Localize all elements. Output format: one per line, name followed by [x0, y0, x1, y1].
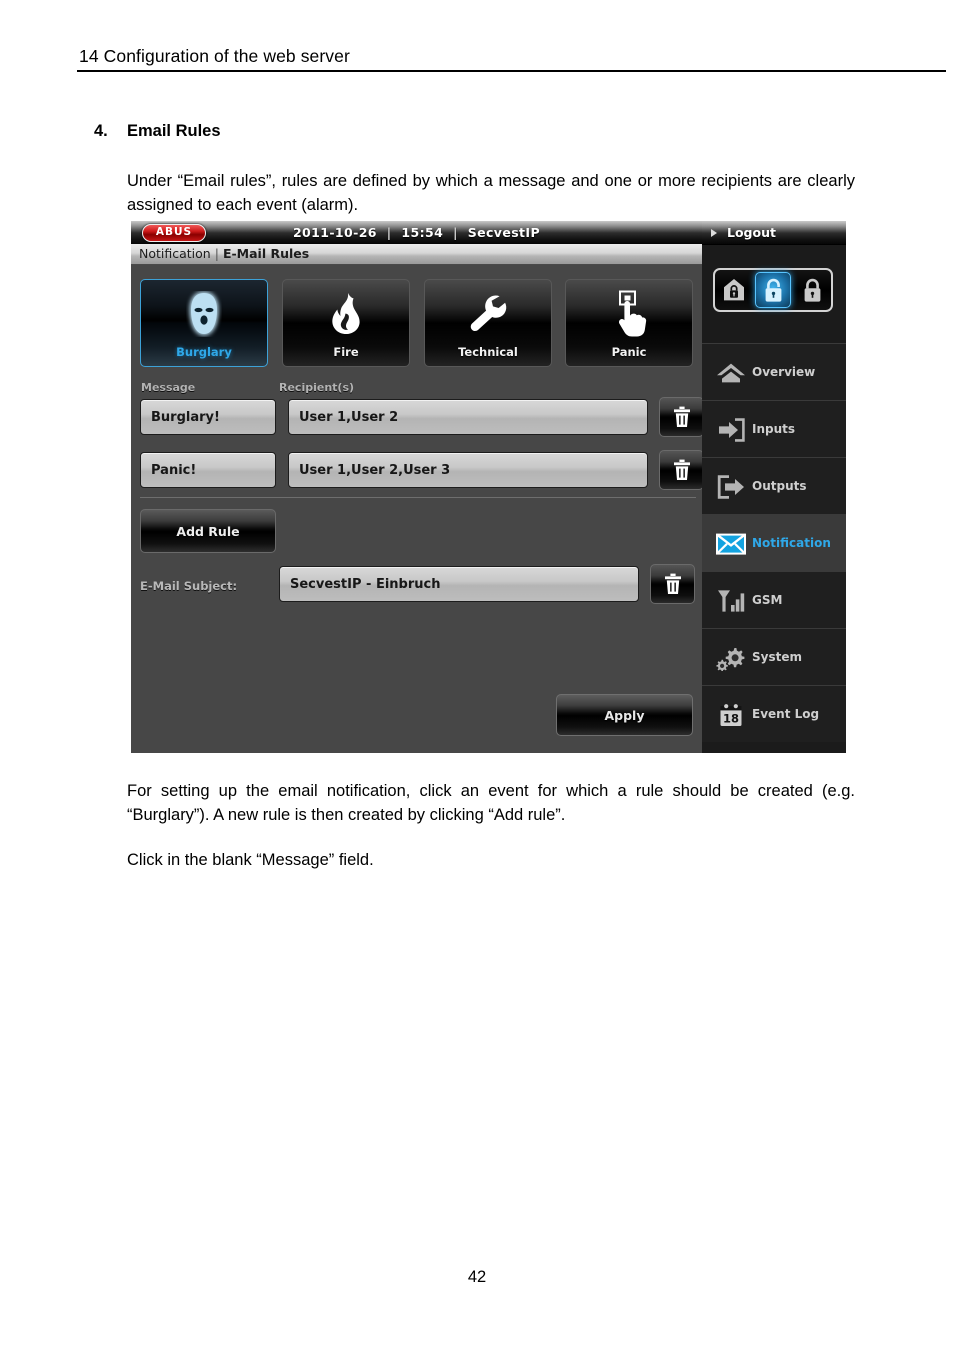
- sidebar-item-label: Overview: [752, 365, 816, 379]
- logout-button[interactable]: Logout: [702, 221, 846, 245]
- ui-main-content: ABUS 2011-10-26 | 15:54 | SecvestIP Noti…: [131, 221, 704, 753]
- apply-button[interactable]: Apply: [556, 694, 693, 736]
- part-set-home-lock-icon: [724, 279, 744, 301]
- status-datetime: 2011-10-26 | 15:54 | SecvestIP: [131, 221, 702, 244]
- tab-panic-label: Panic: [611, 345, 647, 359]
- trash-icon: [673, 406, 690, 427]
- trash-icon: [664, 573, 681, 594]
- arrow-out-icon: [716, 458, 746, 515]
- sidebar-item-gsm[interactable]: GSM: [702, 571, 846, 628]
- sidebar-item-event-log[interactable]: 18 Event Log: [702, 685, 846, 742]
- status-sep-1: |: [386, 225, 392, 240]
- sidebar-item-notification[interactable]: Notification: [702, 514, 846, 571]
- tab-technical-label: Technical: [458, 345, 518, 359]
- sidebar-item-label: System: [752, 650, 802, 664]
- arm-state-part-set[interactable]: [717, 273, 751, 307]
- recipients-input[interactable]: User 1,User 2: [288, 399, 648, 435]
- hand-press-button-icon: [566, 288, 692, 340]
- tab-technical[interactable]: Technical: [424, 279, 552, 367]
- flame-icon: [283, 288, 409, 340]
- arm-state-switch: [713, 268, 833, 312]
- sidebar: Logout Overview Inputs Outputs Notificat…: [702, 221, 846, 753]
- section-divider: [140, 497, 696, 498]
- page-title: Email Rules: [127, 122, 221, 140]
- breadcrumb-parent[interactable]: Notification: [139, 246, 211, 261]
- section-number: 4.: [94, 122, 108, 140]
- click-paragraph: Click in the blank “Message” field.: [127, 851, 374, 869]
- breadcrumb: Notification | E-Mail Rules: [139, 244, 309, 264]
- sidebar-item-label: GSM: [752, 593, 783, 607]
- status-time: 15:54: [401, 225, 444, 240]
- logout-label: Logout: [727, 225, 776, 240]
- tab-burglary-label: Burglary: [176, 345, 232, 359]
- event-tab-group: Burglary Fire Technical Panic: [140, 279, 696, 371]
- breadcrumb-current: E-Mail Rules: [222, 246, 310, 261]
- message-input[interactable]: Burglary!: [140, 399, 276, 435]
- unset-open-lock-icon: [765, 278, 781, 302]
- sidebar-item-overview[interactable]: Overview: [702, 343, 846, 400]
- tab-fire[interactable]: Fire: [282, 279, 410, 367]
- home-icon: [716, 344, 746, 401]
- balaclava-icon: [141, 288, 267, 340]
- table-row: Panic! User 1,User 2,User 3: [140, 450, 704, 490]
- tab-panic[interactable]: Panic: [565, 279, 693, 367]
- calendar-18-icon: 18: [716, 686, 746, 743]
- column-header-message: Message: [141, 381, 196, 394]
- wrench-icon: [425, 288, 551, 340]
- breadcrumb-bar: Notification | E-Mail Rules: [131, 244, 702, 265]
- delete-rule-button[interactable]: [659, 397, 704, 437]
- secvestip-web-interface: ABUS 2011-10-26 | 15:54 | SecvestIP Noti…: [131, 221, 846, 753]
- status-device-name: SecvestIP: [467, 225, 541, 240]
- status-date: 2011-10-26: [292, 225, 377, 240]
- page-number: 42: [467, 1268, 487, 1286]
- email-subject-label: E-Mail Subject:: [140, 579, 238, 593]
- sidebar-item-outputs[interactable]: Outputs: [702, 457, 846, 514]
- envelope-icon: [716, 515, 746, 572]
- arrow-in-icon: [716, 401, 746, 458]
- after-paragraph: For setting up the email notification, c…: [127, 782, 855, 824]
- sidebar-nav: Overview Inputs Outputs Notification GSM…: [702, 343, 846, 742]
- sidebar-item-label: Inputs: [752, 422, 796, 436]
- table-row: Burglary! User 1,User 2: [140, 397, 704, 437]
- recipients-input[interactable]: User 1,User 2,User 3: [288, 452, 648, 488]
- sidebar-item-inputs[interactable]: Inputs: [702, 400, 846, 457]
- app-topbar: ABUS 2011-10-26 | 15:54 | SecvestIP: [131, 221, 702, 245]
- tab-fire-label: Fire: [333, 345, 359, 359]
- running-head-text: 14 Configuration of the web server: [79, 46, 350, 66]
- breadcrumb-divider: |: [214, 246, 219, 261]
- trash-icon: [673, 459, 690, 480]
- status-sep-2: |: [452, 225, 458, 240]
- set-closed-lock-icon: [804, 278, 820, 302]
- message-input[interactable]: Panic!: [140, 452, 276, 488]
- column-header-recipients: Recipient(s): [279, 381, 355, 394]
- delete-subject-button[interactable]: [650, 564, 695, 604]
- sidebar-item-label: Notification: [752, 536, 831, 550]
- svg-text:18: 18: [723, 711, 739, 725]
- sidebar-item-system[interactable]: System: [702, 628, 846, 685]
- chevron-right-icon: [711, 229, 717, 237]
- delete-rule-button[interactable]: [659, 450, 704, 490]
- arm-state-set[interactable]: [795, 273, 829, 307]
- sidebar-item-label: Event Log: [752, 707, 820, 721]
- sidebar-item-label: Outputs: [752, 479, 807, 493]
- email-subject-input[interactable]: SecvestIP - Einbruch: [279, 566, 639, 602]
- running-head-rule: [77, 70, 946, 72]
- add-rule-button[interactable]: Add Rule: [140, 509, 276, 553]
- gears-icon: [716, 629, 746, 686]
- arm-state-unset[interactable]: [755, 272, 791, 308]
- signal-bars-icon: [716, 572, 746, 629]
- running-head: 14 Configuration of the web server: [77, 46, 946, 72]
- tab-burglary[interactable]: Burglary: [140, 279, 268, 367]
- intro-paragraph: Under “Email rules”, rules are defined b…: [127, 172, 855, 214]
